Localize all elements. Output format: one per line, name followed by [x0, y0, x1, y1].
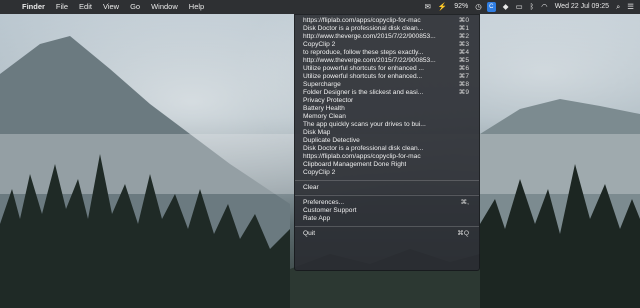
clip-label: Memory Clean: [303, 113, 346, 120]
clip-item[interactable]: CopyClip 2: [295, 169, 479, 177]
screen: Finder File Edit View Go Window Help ✉ ⚡…: [0, 0, 640, 308]
clip-shortcut: ⌘1: [458, 25, 469, 32]
menu-help[interactable]: Help: [189, 0, 204, 14]
clip-label: https://fliplab.com/apps/copyclip-for-ma…: [303, 153, 421, 160]
clip-item[interactable]: Disk Map: [295, 129, 479, 137]
clip-item[interactable]: Battery Health: [295, 105, 479, 113]
date-time[interactable]: Wed 22 Jul 09:25: [555, 0, 609, 14]
clip-item[interactable]: to reproduce, follow these steps exactly…: [295, 49, 479, 57]
clip-label: Duplicate Detective: [303, 137, 360, 144]
clip-item[interactable]: https://fliplab.com/apps/copyclip-for-ma…: [295, 17, 479, 25]
menu-bar-left: Finder File Edit View Go Window Help: [4, 0, 215, 14]
clip-shortcut: ⌘7: [458, 73, 469, 80]
customer-support-label: Customer Support: [303, 207, 357, 214]
clip-item[interactable]: Supercharge ⌘8: [295, 81, 479, 89]
clip-label: to reproduce, follow these steps exactly…: [303, 49, 424, 56]
clip-label: Disk Doctor is a professional disk clean…: [303, 145, 424, 152]
clear-menu-item[interactable]: Clear: [295, 184, 479, 192]
clip-item[interactable]: https://fliplab.com/apps/copyclip-for-ma…: [295, 153, 479, 161]
clip-label: Folder Designer is the slickest and easi…: [303, 89, 424, 96]
clip-item[interactable]: http://www.theverge.com/2015/7/22/900853…: [295, 33, 479, 41]
clip-item[interactable]: Duplicate Detective: [295, 137, 479, 145]
menu-edit[interactable]: Edit: [79, 0, 92, 14]
menu-go[interactable]: Go: [130, 0, 140, 14]
clip-item[interactable]: Utilize powerful shortcuts for enhanced …: [295, 65, 479, 73]
preferences-shortcut: ⌘,: [460, 199, 469, 206]
menu-file[interactable]: File: [56, 0, 68, 14]
clock-icon[interactable]: ◷: [475, 0, 482, 14]
wifi-icon[interactable]: ◠: [541, 0, 548, 14]
battery-percent[interactable]: 92%: [454, 0, 468, 14]
search-icon[interactable]: ⌕: [616, 0, 620, 14]
clip-label: Battery Health: [303, 105, 345, 112]
customer-support-menu-item[interactable]: Customer Support: [295, 207, 479, 215]
clip-label: https://fliplab.com/apps/copyclip-for-ma…: [303, 17, 421, 24]
clip-shortcut: ⌘4: [458, 49, 469, 56]
clip-label: http://www.theverge.com/2015/7/22/900853…: [303, 33, 436, 40]
clear-label: Clear: [303, 184, 319, 191]
clip-item[interactable]: Disk Doctor is a professional disk clean…: [295, 145, 479, 153]
menu-separator: [295, 226, 479, 227]
quit-menu-item[interactable]: Quit ⌘Q: [295, 230, 479, 238]
clip-label: http://www.theverge.com/2015/7/22/900853…: [303, 57, 436, 64]
clip-shortcut: ⌘0: [458, 17, 469, 24]
clip-item[interactable]: The app quickly scans your drives to bui…: [295, 121, 479, 129]
clip-label: CopyClip 2: [303, 41, 336, 48]
clip-item[interactable]: Disk Doctor is a professional disk clean…: [295, 25, 479, 33]
clip-label: Disk Doctor is a professional disk clean…: [303, 25, 424, 32]
clip-shortcut: ⌘9: [458, 89, 469, 96]
menu-separator: [295, 195, 479, 196]
quit-label: Quit: [303, 230, 316, 237]
preferences-label: Preferences...: [303, 199, 345, 206]
clip-list: https://fliplab.com/apps/copyclip-for-ma…: [295, 17, 479, 177]
clip-label: Utilize powerful shortcuts for enhanced …: [303, 65, 424, 72]
rate-app-menu-item[interactable]: Rate App: [295, 215, 479, 223]
menu-window[interactable]: Window: [151, 0, 178, 14]
clip-item[interactable]: Privacy Protector: [295, 97, 479, 105]
clip-item[interactable]: Utilize powerful shortcuts for enhanced.…: [295, 73, 479, 81]
menu-bar-status: ✉ ⚡ 92% ◷ C ◆ ▭ ᛒ ◠ Wed 22 Jul 09:25 ⌕ ☰: [418, 0, 634, 14]
mail-icon[interactable]: ✉: [425, 0, 431, 14]
copyclip-dropdown-menu: https://fliplab.com/apps/copyclip-for-ma…: [294, 14, 480, 271]
clip-shortcut: ⌘5: [458, 57, 469, 64]
clip-label: Utilize powerful shortcuts for enhanced.…: [303, 73, 423, 80]
clip-label: Disk Map: [303, 129, 331, 136]
clip-item[interactable]: Clipboard Management Done Right: [295, 161, 479, 169]
clip-item[interactable]: Memory Clean: [295, 113, 479, 121]
clip-shortcut: ⌘8: [458, 81, 469, 88]
clip-label: CopyClip 2: [303, 169, 336, 176]
clip-shortcut: ⌘3: [458, 41, 469, 48]
bluetooth-icon[interactable]: ᛒ: [530, 0, 535, 14]
clip-label: Clipboard Management Done Right: [303, 161, 407, 168]
clip-label: The app quickly scans your drives to bui…: [303, 121, 426, 128]
clip-label: Privacy Protector: [303, 97, 354, 104]
notification-center-icon[interactable]: ☰: [627, 0, 634, 14]
clip-shortcut: ⌘6: [458, 65, 469, 72]
quit-shortcut: ⌘Q: [457, 230, 469, 237]
dropbox-icon[interactable]: ◆: [503, 0, 509, 14]
rate-app-label: Rate App: [303, 215, 331, 222]
menu-separator: [295, 180, 479, 181]
menu-view[interactable]: View: [103, 0, 119, 14]
clip-item[interactable]: Folder Designer is the slickest and easi…: [295, 89, 479, 97]
menu-bar: Finder File Edit View Go Window Help ✉ ⚡…: [0, 0, 640, 14]
clip-item[interactable]: CopyClip 2 ⌘3: [295, 41, 479, 49]
copyclip-icon[interactable]: C: [486, 2, 496, 12]
clip-shortcut: ⌘2: [458, 33, 469, 40]
clip-item[interactable]: http://www.theverge.com/2015/7/22/900853…: [295, 57, 479, 65]
clip-label: Supercharge: [303, 81, 341, 88]
menu-finder[interactable]: Finder: [22, 0, 45, 14]
preferences-menu-item[interactable]: Preferences... ⌘,: [295, 199, 479, 207]
airplay-icon[interactable]: ▭: [516, 0, 523, 14]
flash-icon[interactable]: ⚡: [438, 0, 447, 14]
